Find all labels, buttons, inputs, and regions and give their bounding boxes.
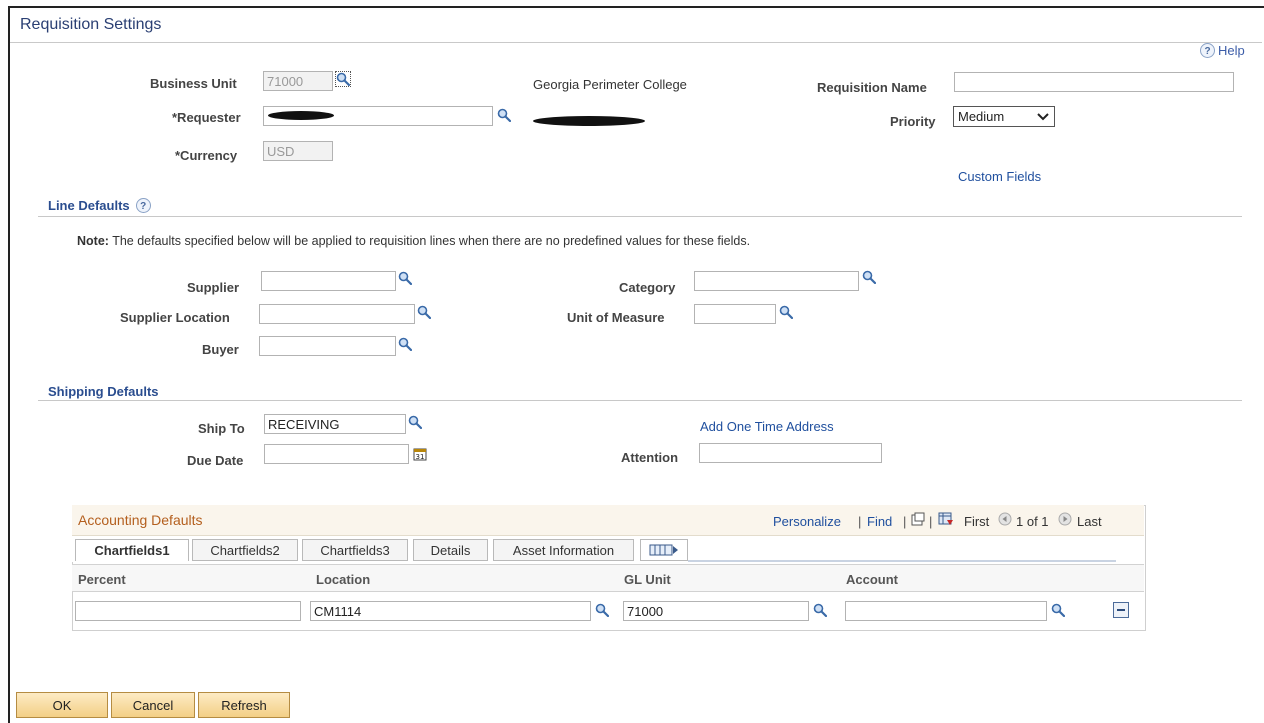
gl-unit-field[interactable] [623, 601, 809, 621]
nav-separator: | [929, 514, 933, 529]
help-icon: ? [1200, 43, 1215, 58]
currency-field [263, 141, 333, 161]
attention-label: Attention [621, 450, 679, 465]
account-field[interactable] [845, 601, 1047, 621]
refresh-button[interactable]: Refresh [198, 692, 290, 718]
category-search-icon[interactable] [862, 270, 876, 284]
chevron-down-icon [1037, 112, 1049, 120]
unit-of-measure-search-icon[interactable] [779, 305, 793, 319]
line-defaults-divider [38, 216, 1242, 217]
first-label: First [964, 514, 990, 529]
priority-label: Priority [890, 114, 936, 129]
redacted-requester-name [533, 116, 645, 126]
shipping-defaults-divider [38, 400, 1242, 401]
custom-fields-link[interactable]: Custom Fields [958, 169, 1041, 184]
find-link[interactable]: Find [867, 514, 892, 529]
next-icon[interactable] [1058, 512, 1072, 529]
due-date-field[interactable] [264, 444, 409, 464]
show-all-columns-icon [649, 544, 678, 556]
tab-chartfields1[interactable]: Chartfields1 [75, 539, 189, 561]
svg-text:31: 31 [416, 453, 425, 461]
supplier-field[interactable] [261, 271, 396, 291]
delete-row-icon[interactable] [1113, 602, 1129, 618]
location-field[interactable] [310, 601, 591, 621]
priority-value: Medium [958, 109, 1005, 124]
business-unit-field [263, 71, 333, 91]
due-date-label: Due Date [187, 453, 244, 468]
tab-asset-information[interactable]: Asset Information [493, 539, 634, 561]
buyer-search-icon[interactable] [398, 337, 412, 351]
requester-search-icon[interactable] [497, 108, 511, 122]
priority-dropdown[interactable]: Medium [953, 106, 1055, 127]
accounting-defaults-title: Accounting Defaults [78, 512, 203, 528]
ship-to-label: Ship To [198, 421, 245, 436]
buyer-field[interactable] [259, 336, 396, 356]
column-header-gl-unit: GL Unit [618, 564, 842, 592]
ship-to-search-icon[interactable] [408, 415, 422, 429]
column-header-location: Location [310, 564, 620, 592]
tab-chartfields2[interactable]: Chartfields2 [192, 539, 298, 561]
requester-label: *Requester [172, 110, 241, 125]
requisition-name-field[interactable] [954, 72, 1234, 92]
category-field[interactable] [694, 271, 859, 291]
help-label: Help [1218, 43, 1245, 58]
line-defaults-note: Note: The defaults specified below will … [77, 234, 750, 248]
college-name: Georgia Perimeter College [533, 77, 687, 92]
download-icon[interactable] [938, 512, 954, 529]
page-title: Requisition Settings [20, 16, 162, 33]
add-one-time-address-link[interactable]: Add One Time Address [700, 419, 834, 434]
tab-details[interactable]: Details [413, 539, 488, 561]
cancel-button[interactable]: Cancel [111, 692, 195, 718]
attention-field[interactable] [699, 443, 882, 463]
column-header-account: Account [840, 564, 1108, 592]
category-label: Category [619, 280, 676, 295]
tab-chartfields3[interactable]: Chartfields3 [302, 539, 408, 561]
row-range: 1 of 1 [1016, 514, 1049, 529]
supplier-label: Supplier [187, 280, 240, 295]
supplier-location-field[interactable] [259, 304, 415, 324]
redacted-requester-id [268, 111, 334, 120]
column-header-actions [1106, 564, 1144, 592]
requester-field[interactable] [263, 106, 493, 126]
zoom-icon[interactable] [911, 512, 925, 529]
account-search-icon[interactable] [1051, 603, 1065, 617]
percent-field[interactable] [75, 601, 301, 621]
business-unit-search-icon[interactable] [335, 71, 351, 87]
title-divider [10, 42, 1262, 43]
previous-icon[interactable] [998, 512, 1012, 529]
ok-button[interactable]: OK [16, 692, 108, 718]
buyer-label: Buyer [202, 342, 239, 357]
nav-separator: | [858, 514, 862, 529]
column-header-percent: Percent [72, 564, 312, 592]
note-text: The defaults specified below will be app… [108, 234, 751, 248]
location-search-icon[interactable] [595, 603, 609, 617]
shipping-defaults-title: Shipping Defaults [48, 384, 159, 399]
supplier-location-search-icon[interactable] [417, 305, 431, 319]
shipping-defaults-heading: Shipping Defaults [48, 384, 159, 399]
line-defaults-heading: Line Defaults ? [48, 198, 151, 213]
gl-unit-search-icon[interactable] [813, 603, 827, 617]
tab-strip-line [688, 560, 1116, 562]
help-icon[interactable]: ? [135, 198, 151, 213]
line-defaults-title: Line Defaults [48, 198, 130, 213]
business-unit-label: Business Unit [150, 76, 237, 91]
supplier-location-label: Supplier Location [120, 310, 230, 325]
last-label: Last [1077, 514, 1102, 529]
ship-to-field[interactable] [264, 414, 406, 434]
unit-of-measure-label: Unit of Measure [567, 310, 665, 325]
show-all-columns-tab[interactable] [640, 539, 688, 561]
calendar-icon[interactable]: 31 [413, 447, 427, 464]
requisition-name-label: Requisition Name [817, 80, 927, 95]
nav-separator: | [903, 514, 907, 529]
personalize-link[interactable]: Personalize [773, 514, 841, 529]
note-bold: Note: [77, 234, 109, 248]
currency-label: *Currency [175, 148, 238, 163]
help-link[interactable]: ? Help [1200, 43, 1245, 58]
supplier-search-icon[interactable] [398, 271, 412, 285]
unit-of-measure-field[interactable] [694, 304, 776, 324]
